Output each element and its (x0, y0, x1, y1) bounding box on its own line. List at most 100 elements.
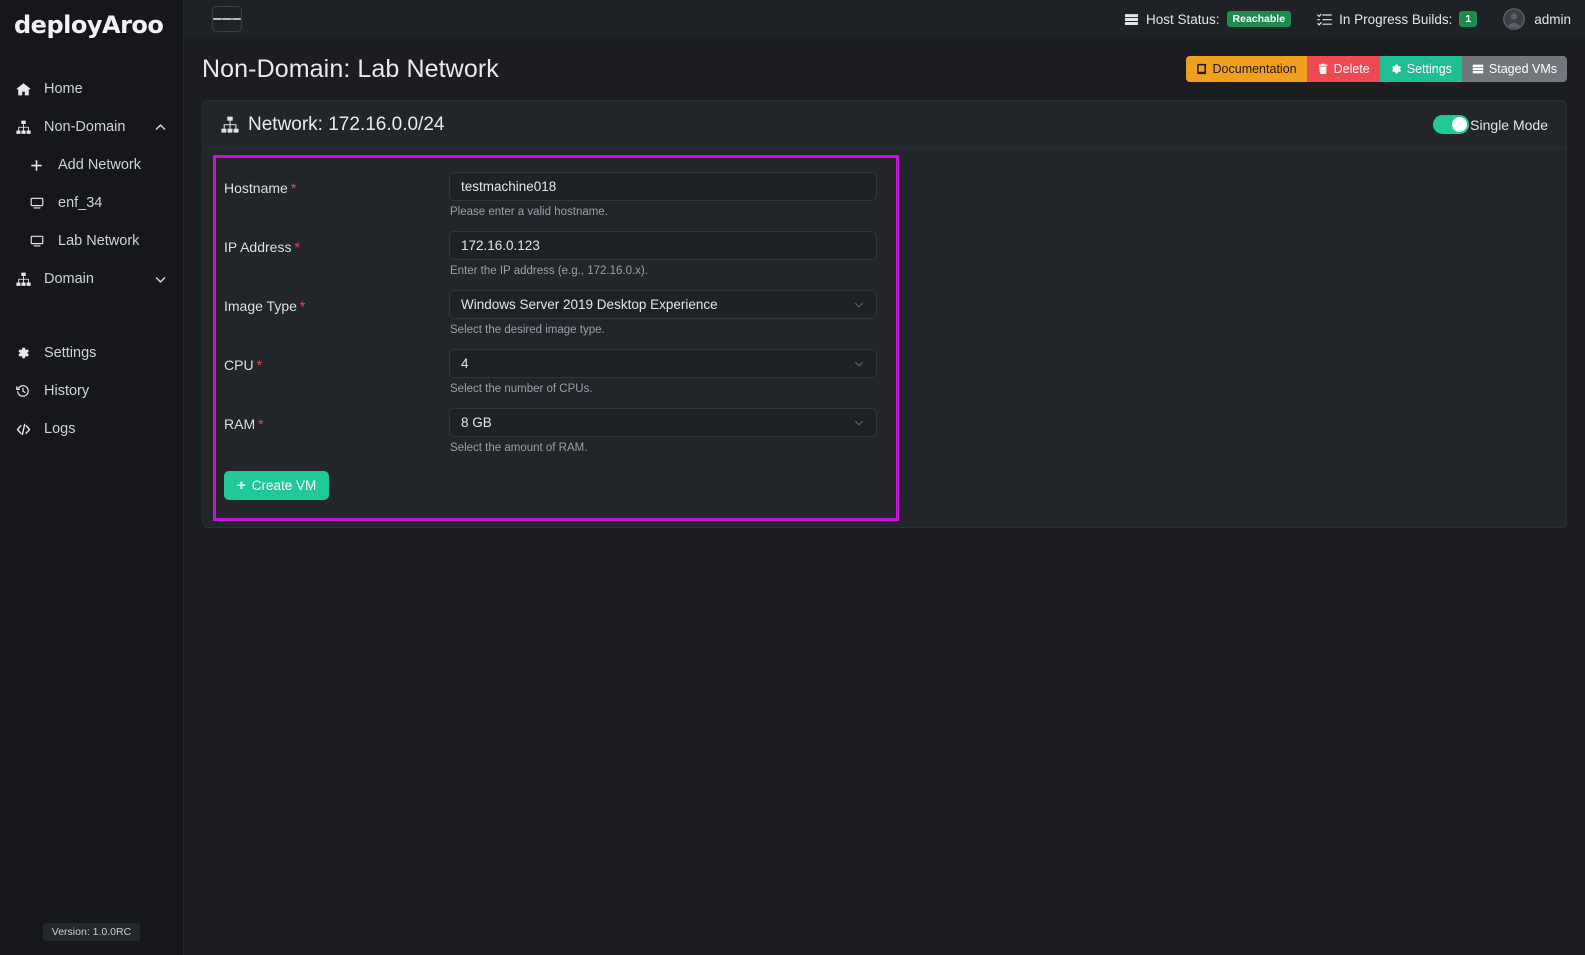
network-card-body: Hostname* Please enter a valid hostname.… (203, 155, 1566, 521)
sidebar-item-home[interactable]: Home (0, 70, 183, 108)
delete-button[interactable]: Delete (1306, 56, 1380, 82)
server-icon (1472, 63, 1484, 75)
sidebar-item-add-network[interactable]: Add Network (0, 146, 183, 184)
code-icon (16, 422, 38, 437)
page-header: Non-Domain: Lab Network Documentation De… (184, 38, 1585, 100)
host-status-label: Host Status: (1145, 11, 1220, 27)
toggle-track[interactable] (1433, 115, 1470, 134)
settings-button[interactable]: Settings (1379, 56, 1462, 82)
hostname-label: Hostname * (224, 172, 449, 196)
ram-help-text: Select the amount of RAM. (450, 442, 588, 454)
ip-address-help-text: Enter the IP address (e.g., 172.16.0.x). (450, 265, 648, 277)
history-icon (16, 384, 38, 398)
image-type-help-text: Select the desired image type. (450, 324, 605, 336)
plus-icon: + (237, 477, 246, 494)
cpu-select[interactable]: 4 (449, 349, 877, 378)
settings-label: Settings (1406, 62, 1452, 76)
ram-label: RAM * (224, 408, 449, 432)
cpu-label: CPU * (224, 349, 449, 373)
sidebar: deployAroo Home Non-Domain Add Network e… (0, 0, 184, 955)
display-icon (30, 234, 52, 248)
version-badge: Version: 1.0.0RC (42, 923, 141, 941)
sidebar-item-label: enf_34 (58, 195, 103, 211)
single-mode-label: Single Mode (1470, 116, 1548, 133)
gear-icon (16, 346, 38, 360)
brand-name: deployAroo (14, 11, 164, 39)
sidebar-item-label: Settings (44, 345, 97, 361)
required-marker: * (294, 239, 300, 255)
server-icon (1124, 12, 1139, 27)
single-mode-toggle[interactable]: Single Mode (1433, 115, 1548, 134)
username-label: admin (1534, 11, 1571, 27)
hostname-label-text: Hostname (224, 180, 288, 196)
sidebar-item-label: Lab Network (58, 233, 140, 249)
sidebar-item-history[interactable]: History (0, 372, 183, 410)
tasks-icon (1317, 12, 1332, 27)
form-row-ip-address: IP Address* Enter the IP address (e.g., … (216, 231, 896, 288)
create-vm-form: Hostname* Please enter a valid hostname.… (213, 155, 899, 521)
avatar (1503, 8, 1526, 30)
user-menu[interactable]: admin (1503, 8, 1571, 30)
ram-field-wrap: 8 GB Select the amount of RAM. (449, 408, 877, 465)
brand-logo[interactable]: deployAroo (0, 6, 183, 44)
form-row-image-type: Image Type * Windows Server 2019 Desktop … (216, 290, 896, 347)
home-icon (16, 82, 38, 97)
sidebar-item-settings[interactable]: Settings (0, 334, 183, 372)
sidebar-item-label: Home (44, 81, 83, 97)
ram-value: 8 GB (461, 415, 492, 430)
ram-select[interactable]: 8 GB (449, 408, 877, 437)
form-row-ram: RAM * 8 GB Select the amount of RAM. (216, 408, 896, 465)
staged-vms-button[interactable]: Staged VMs (1461, 56, 1567, 82)
sidebar-item-label: History (44, 383, 90, 399)
sidebar-nav: Home Non-Domain Add Network enf_34 Lab N… (0, 70, 183, 448)
ip-address-label-text: IP Address (224, 239, 292, 255)
main-area: Host Status: Reachable In Progress Build… (184, 0, 1585, 955)
host-status-badge: Reachable (1226, 11, 1292, 27)
ram-label-text: RAM (224, 416, 256, 432)
sidebar-item-non-domain[interactable]: Non-Domain (0, 108, 183, 146)
chevron-up-icon[interactable] (154, 121, 167, 134)
sidebar-item-enf-34[interactable]: enf_34 (0, 184, 183, 222)
documentation-label: Documentation (1212, 62, 1297, 76)
image-type-value: Windows Server 2019 Desktop Experience (461, 297, 718, 312)
chevron-down-icon (853, 358, 865, 370)
topbar-right-group: Host Status: Reachable In Progress Build… (1098, 8, 1571, 30)
network-card-title: Network: 172.16.0.0/24 (248, 113, 445, 135)
trash-icon (1317, 63, 1329, 75)
image-type-label: Image Type * (224, 290, 449, 314)
sidebar-item-label: Domain (44, 271, 94, 287)
create-vm-button[interactable]: + Create VM (224, 471, 330, 500)
host-status: Host Status: Reachable (1124, 11, 1292, 27)
ip-address-label: IP Address * (224, 231, 449, 255)
cpu-label-text: CPU (224, 357, 254, 373)
version-container: Version: 1.0.0RC (0, 923, 183, 941)
builds-count-badge: 1 (1459, 11, 1478, 27)
sidebar-item-logs[interactable]: Logs (0, 410, 183, 448)
ip-address-input[interactable] (449, 231, 877, 260)
form-row-cpu: CPU * 4 Select the number of CPUs. (216, 349, 896, 406)
sitemap-icon (16, 120, 38, 135)
book-icon (1196, 63, 1208, 75)
hostname-input[interactable] (449, 172, 877, 201)
network-card: Network: 172.16.0.0/24 Single Mode Hostn… (202, 100, 1567, 528)
cpu-value: 4 (461, 356, 469, 371)
builds-label: In Progress Builds: (1339, 11, 1453, 27)
cpu-field-wrap: 4 Select the number of CPUs. (449, 349, 877, 406)
hamburger-icon[interactable] (212, 6, 242, 32)
required-marker: * (258, 416, 264, 432)
top-bar: Host Status: Reachable In Progress Build… (184, 0, 1585, 38)
sidebar-item-domain[interactable]: Domain (0, 260, 183, 298)
sitemap-icon (221, 116, 239, 134)
delete-label: Delete (1333, 62, 1370, 76)
image-type-select[interactable]: Windows Server 2019 Desktop Experience (449, 290, 877, 319)
sidebar-item-label: Logs (44, 421, 76, 437)
ip-address-field-wrap: Enter the IP address (e.g., 172.16.0.x). (449, 231, 877, 288)
display-icon (30, 196, 52, 210)
chevron-down-icon[interactable] (154, 273, 167, 286)
sidebar-item-lab-network[interactable]: Lab Network (0, 222, 183, 260)
network-card-header: Network: 172.16.0.0/24 Single Mode (203, 101, 1566, 149)
create-vm-label: Create VM (251, 478, 317, 493)
documentation-button[interactable]: Documentation (1185, 56, 1307, 82)
page-title: Non-Domain: Lab Network (202, 54, 499, 83)
